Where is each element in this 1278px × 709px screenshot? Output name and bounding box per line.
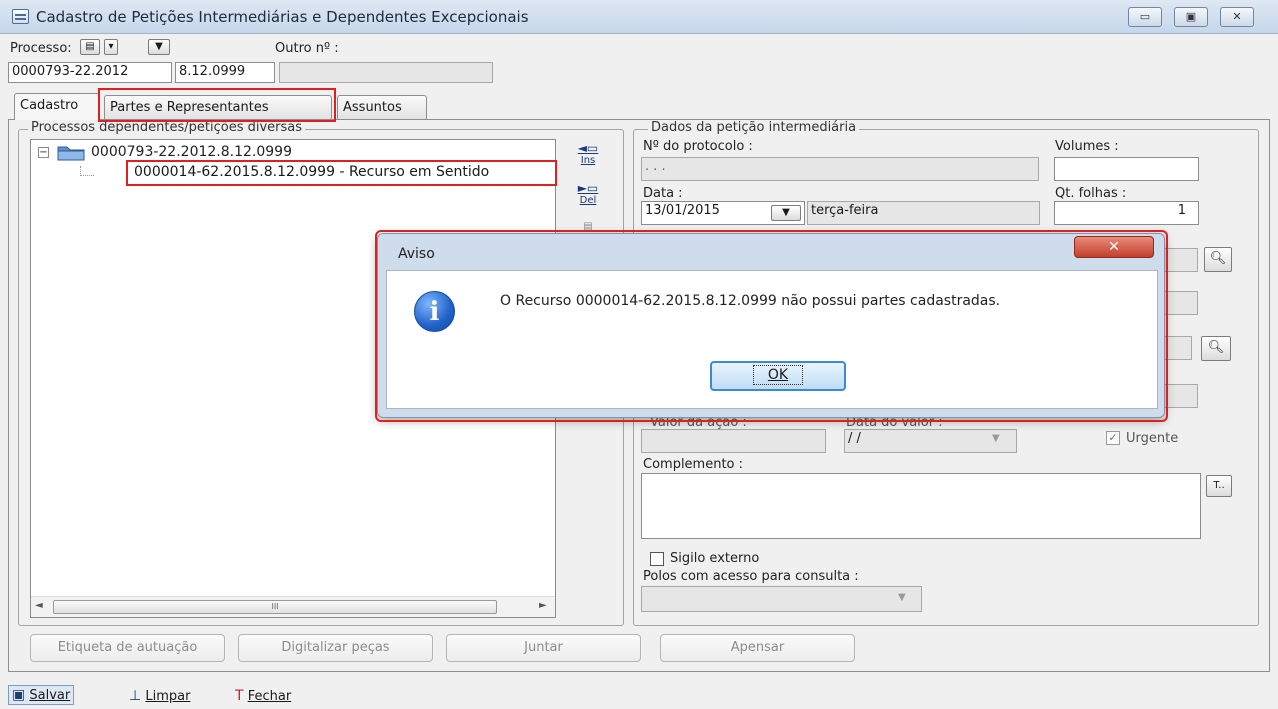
outro-numero-label: Outro nº : bbox=[275, 41, 339, 56]
processo-type-dropdown[interactable]: ▾ bbox=[104, 39, 118, 55]
urgente-label: Urgente bbox=[1126, 431, 1179, 446]
volumes-label: Volumes : bbox=[1055, 139, 1119, 154]
fechar-button[interactable]: T Fechar bbox=[235, 688, 291, 704]
info-icon: i bbox=[414, 291, 455, 332]
polos-label: Polos com acesso para consulta : bbox=[643, 569, 859, 584]
folhas-field[interactable]: 1 bbox=[1054, 201, 1199, 225]
data-label: Data : bbox=[643, 186, 683, 201]
limpar-button[interactable]: ⊥ Limpar bbox=[129, 688, 190, 704]
app-icon bbox=[12, 9, 29, 24]
ok-button[interactable]: OK bbox=[710, 361, 846, 391]
tree-collapse-toggle[interactable]: − bbox=[38, 147, 49, 158]
tree-connector bbox=[80, 166, 94, 176]
tab-cadastro[interactable]: Cadastro bbox=[14, 93, 100, 120]
digitalizar-pecas-button[interactable]: Digitalizar peças bbox=[238, 634, 433, 662]
horizontal-scrollbar[interactable]: ◄ III ► bbox=[31, 596, 555, 617]
processos-dependentes-legend: Processos dependentes/petições diversas bbox=[28, 120, 306, 135]
valor-acao-field[interactable] bbox=[641, 429, 826, 453]
close-icon: T bbox=[235, 688, 244, 704]
volumes-field[interactable] bbox=[1054, 157, 1199, 181]
salvar-button[interactable]: ▣ Salvar bbox=[8, 685, 75, 705]
delete-tool[interactable]: ►▭ Del bbox=[575, 181, 601, 215]
processo-label: Processo: bbox=[10, 41, 72, 56]
folder-icon bbox=[56, 143, 86, 161]
processo-type-icon[interactable]: ▤ bbox=[80, 39, 100, 55]
insert-label: Ins bbox=[580, 155, 596, 166]
scroll-left-icon[interactable]: ◄ bbox=[35, 600, 43, 611]
fechar-label: Fechar bbox=[247, 689, 292, 704]
editor-icon[interactable]: T.. bbox=[1206, 475, 1232, 497]
tree-child-label: 0000014-62.2015.8.12.0999 - Recurso em S… bbox=[134, 164, 490, 180]
complemento-textarea[interactable] bbox=[641, 473, 1201, 539]
juntar-button[interactable]: Juntar bbox=[446, 634, 641, 662]
insert-tool[interactable]: ◄▭ Ins bbox=[575, 141, 601, 175]
protocolo-field[interactable]: . . . bbox=[641, 157, 1039, 181]
tree-root-item[interactable]: 0000793-22.2012.8.12.0999 bbox=[91, 144, 292, 160]
processo-numero-field[interactable]: 0000793-22.2012 bbox=[8, 62, 172, 83]
apensar-button[interactable]: Apensar bbox=[660, 634, 855, 662]
scroll-right-icon[interactable]: ► bbox=[539, 600, 547, 611]
search-icon[interactable]: 🔍︎ bbox=[1204, 247, 1232, 272]
clear-icon: ⊥ bbox=[129, 688, 142, 704]
ok-label: OK bbox=[752, 365, 804, 385]
dados-peticao-legend: Dados da petição intermediária bbox=[648, 120, 860, 135]
maximize-button[interactable]: ▣ bbox=[1174, 7, 1208, 27]
calendar-dropdown-icon[interactable]: ▼ bbox=[771, 205, 801, 221]
dialog-title: Aviso bbox=[398, 246, 435, 262]
bottom-toolbar bbox=[0, 680, 1278, 709]
sigilo-checkbox[interactable] bbox=[650, 552, 664, 566]
data-valor-dropdown-icon[interactable]: ▼ bbox=[992, 433, 1000, 444]
delete-label: Del bbox=[579, 195, 597, 206]
scroll-thumb[interactable]: III bbox=[53, 600, 497, 614]
protocolo-label: Nº do protocolo : bbox=[643, 139, 753, 154]
insert-arrow-icon: ◄▭ bbox=[577, 141, 599, 155]
window-title: Cadastro de Petições Intermediárias e De… bbox=[36, 8, 529, 26]
chevron-down-icon[interactable]: ▼ bbox=[148, 39, 170, 55]
tree-child-item[interactable]: 0000014-62.2015.8.12.0999 - Recurso em S… bbox=[126, 160, 557, 186]
dialog-message: O Recurso 0000014-62.2015.8.12.0999 não … bbox=[500, 293, 1001, 309]
dialog-close-button[interactable]: ✕ bbox=[1074, 236, 1154, 258]
polos-select[interactable] bbox=[641, 586, 922, 612]
delete-arrow-icon: ►▭ bbox=[577, 181, 599, 195]
highlight-partes-tab bbox=[98, 88, 336, 122]
close-window-button[interactable]: ✕ bbox=[1220, 7, 1254, 27]
folhas-label: Qt. folhas : bbox=[1055, 186, 1127, 201]
complemento-label: Complemento : bbox=[643, 457, 744, 472]
outro-numero-field[interactable] bbox=[279, 62, 493, 83]
save-icon: ▣ bbox=[12, 687, 26, 703]
minimize-button[interactable]: ▭ bbox=[1128, 7, 1162, 27]
etiqueta-autuacao-button[interactable]: Etiqueta de autuação bbox=[30, 634, 225, 662]
urgente-checkbox[interactable]: ✓ bbox=[1106, 431, 1120, 445]
limpar-label: Limpar bbox=[145, 689, 191, 704]
polos-dropdown-icon[interactable]: ▼ bbox=[898, 592, 906, 603]
sigilo-label: Sigilo externo bbox=[670, 551, 760, 566]
search-icon-2[interactable]: 🔍︎ bbox=[1201, 336, 1231, 361]
salvar-label: Salvar bbox=[29, 688, 71, 703]
tab-assuntos[interactable]: Assuntos bbox=[337, 95, 427, 119]
weekday-field: terça-feira bbox=[807, 201, 1040, 225]
processo-segmento-field[interactable]: 8.12.0999 bbox=[175, 62, 275, 83]
